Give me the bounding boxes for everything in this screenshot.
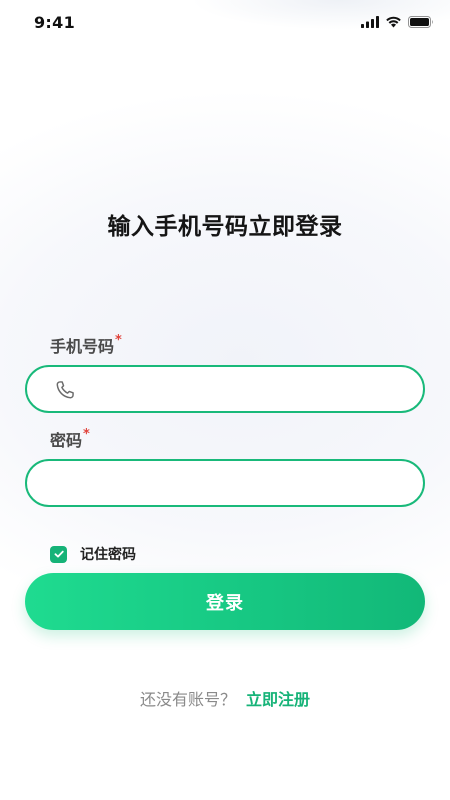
remember-password[interactable]: 记住密码 (50, 545, 136, 563)
phone-label: 手机号码* (50, 333, 122, 357)
password-input[interactable] (51, 461, 407, 507)
required-mark: * (115, 333, 122, 348)
remember-checkbox[interactable] (50, 545, 67, 563)
phone-label-text: 手机号码 (50, 337, 115, 356)
wifi-icon (386, 16, 401, 28)
check-icon (54, 550, 64, 558)
login-screen: 9:41 输入手机号码立即登录 手机号码* 密码* 记住密码 登录 还没有账号？… (0, 0, 450, 800)
register-line: 还没有账号？ 立即注册 (0, 686, 450, 710)
battery-icon (408, 16, 433, 28)
register-link[interactable]: 立即注册 (246, 690, 310, 709)
phone-icon (56, 381, 74, 399)
password-label: 密码* (50, 427, 90, 451)
phone-field[interactable] (25, 365, 425, 413)
page-title: 输入手机号码立即登录 (107, 214, 343, 240)
password-label-text: 密码 (50, 431, 83, 450)
status-time: 9:41 (34, 13, 75, 32)
cellular-signal-icon (361, 16, 379, 28)
status-icons (361, 16, 434, 28)
remember-label: 记住密码 (80, 547, 136, 563)
login-button[interactable]: 登录 (25, 573, 425, 630)
phone-input[interactable] (85, 367, 409, 413)
register-prompt: 还没有账号？ (139, 690, 236, 709)
status-bar: 9:41 (0, 0, 450, 44)
required-mark: * (83, 427, 90, 442)
password-field[interactable] (25, 459, 425, 507)
